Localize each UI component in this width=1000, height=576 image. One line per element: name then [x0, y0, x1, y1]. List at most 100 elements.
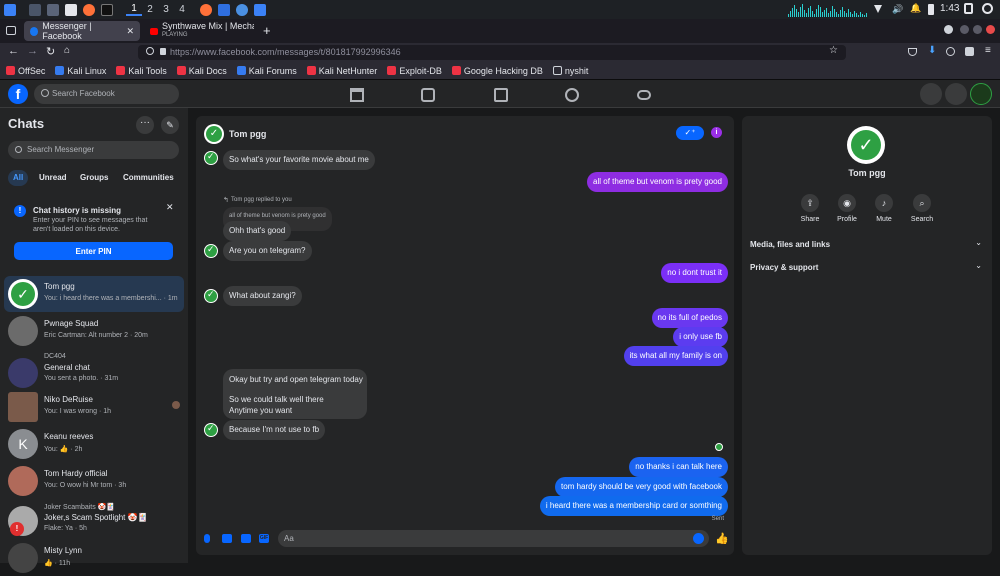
groups-nav-icon[interactable]	[565, 88, 579, 102]
contact-avatar[interactable]: ✓	[847, 126, 885, 164]
network-icon[interactable]	[874, 5, 882, 13]
chrome-window-icon[interactable]	[236, 3, 248, 16]
facebook-search-box[interactable]: Search Facebook	[34, 84, 179, 104]
profile-action[interactable]: ◉ Profile	[827, 194, 867, 223]
gallery-icon[interactable]	[222, 534, 232, 543]
filter-all[interactable]: All	[8, 170, 29, 186]
workspace-1[interactable]: 1	[126, 3, 142, 16]
lock-icon[interactable]	[964, 3, 973, 14]
bookmark-google-hacking-db[interactable]: Google Hacking DB	[451, 66, 543, 76]
files-icon[interactable]	[47, 3, 59, 16]
microphone-icon[interactable]	[204, 534, 210, 543]
kali-menu-icon[interactable]	[4, 3, 16, 16]
power-icon[interactable]	[982, 3, 993, 14]
like-thumb-icon[interactable]: 👍	[715, 532, 729, 545]
menu-grid-icon[interactable]	[920, 83, 942, 105]
account-icon[interactable]	[946, 47, 955, 56]
extension-icon[interactable]	[965, 47, 974, 56]
tab-list-icon[interactable]	[6, 26, 16, 35]
avatar	[8, 392, 38, 422]
new-message-icon[interactable]: ✎	[161, 116, 179, 134]
text-editor-icon[interactable]	[65, 3, 77, 16]
pocket-icon[interactable]	[908, 48, 917, 56]
bookmark-exploit-db[interactable]: Exploit-DB	[387, 66, 442, 76]
menu-icon[interactable]: ≡	[985, 45, 991, 56]
close-window-icon[interactable]	[986, 25, 995, 34]
share-action[interactable]: ⇪ Share	[790, 194, 830, 223]
chat-item-pwnage-squad[interactable]: Pwnage Squad Eric Cartman: Alt number 2 …	[4, 313, 184, 349]
bookmark-star-icon[interactable]: ☆	[829, 45, 838, 56]
facebook-logo-icon[interactable]: f	[8, 84, 28, 104]
conversation-title[interactable]: Tom pgg	[229, 129, 266, 139]
workspace-2[interactable]: 2	[142, 4, 158, 15]
tab-menu-icon[interactable]	[944, 25, 953, 34]
tab-youtube[interactable]: Synthwave Mix | Mecha C PLAYING	[144, 21, 254, 41]
chat-item-niko-deruise[interactable]: Niko DeRuise You: I was wrong · 1h	[4, 389, 184, 425]
marketplace-nav-icon[interactable]	[494, 88, 508, 102]
volume-icon[interactable]: 🔊	[892, 4, 903, 15]
downloads-icon[interactable]: ⬇	[928, 45, 936, 56]
new-tab-icon[interactable]: +	[263, 23, 271, 38]
avatar	[8, 316, 38, 346]
home-nav-icon[interactable]	[350, 88, 364, 102]
enter-pin-button[interactable]: Enter PIN	[14, 242, 173, 260]
gif-icon[interactable]: GIF	[259, 534, 269, 543]
desktop-icon[interactable]	[29, 3, 41, 16]
bookmark-folder-nyshit[interactable]: nyshit	[552, 66, 588, 76]
chat-item-misty-lynn[interactable]: Misty Lynn 👍 · 11h	[4, 540, 184, 576]
app-window-icon[interactable]	[218, 3, 230, 16]
notification-icon[interactable]: 🔔	[910, 3, 921, 14]
close-notice-icon[interactable]: ✕	[166, 202, 174, 213]
section-media-files-links[interactable]: Media, files and links ⌄	[750, 238, 984, 252]
chat-item-keanu-reeves[interactable]: K Keanu reeves You: 👍 · 2h	[4, 426, 184, 462]
sticker-icon[interactable]	[241, 534, 251, 543]
section-privacy-support[interactable]: Privacy & support ⌄	[750, 261, 984, 275]
battery-icon[interactable]	[928, 4, 934, 15]
minimize-icon[interactable]	[960, 25, 969, 34]
conversation-header-avatar[interactable]: ✓	[204, 124, 224, 144]
chat-item-tom-pgg[interactable]: ✓ Tom pgg You: i heard there was a membe…	[4, 276, 184, 312]
lock-url-icon[interactable]	[160, 48, 166, 55]
chat-item-joker-scam-spotlight[interactable]: ! Joker Scambaits 🤡🃏 Joker,s Scam Spotli…	[4, 500, 184, 540]
forward-icon[interactable]: →	[27, 45, 38, 57]
chat-item-tom-hardy-official[interactable]: Tom Hardy official You: O wow hi Mr tom …	[4, 463, 184, 499]
notifications-icon[interactable]	[945, 83, 967, 105]
chat-preview: You: I was wrong · 1h	[44, 408, 112, 415]
site-info-icon[interactable]	[146, 47, 154, 55]
reload-icon[interactable]: ↻	[46, 45, 55, 58]
gaming-nav-icon[interactable]	[637, 90, 651, 100]
profile-avatar[interactable]	[970, 83, 992, 105]
bookmark-kali-linux[interactable]: Kali Linux	[55, 66, 106, 76]
bookmark-kali-nethunter[interactable]: Kali NetHunter	[306, 66, 377, 76]
back-icon[interactable]: ←	[8, 45, 19, 57]
messenger-window-icon[interactable]	[254, 3, 266, 16]
search-action[interactable]: ⌕ Search	[902, 194, 942, 223]
firefox-window-icon[interactable]	[200, 3, 212, 16]
bookmark-kali-tools[interactable]: Kali Tools	[116, 66, 167, 76]
call-button[interactable]: ✓⁺	[676, 126, 704, 140]
emoji-icon[interactable]	[693, 533, 704, 544]
filter-groups[interactable]: Groups	[80, 173, 108, 182]
workspace-4[interactable]: 4	[174, 4, 190, 15]
bookmark-kali-forums[interactable]: Kali Forums	[236, 66, 297, 76]
terminal-icon[interactable]	[101, 3, 113, 16]
message-composer[interactable]: Aa	[278, 530, 709, 547]
tab-messenger[interactable]: Messenger | Facebook ✕	[24, 21, 140, 41]
chat-item-general-chat[interactable]: DC404 General chat You sent a photo. · 3…	[4, 350, 184, 390]
url-input[interactable]: https://www.facebook.com/messages/t/8018…	[138, 45, 846, 60]
workspace-3[interactable]: 3	[158, 4, 174, 15]
filter-communities[interactable]: Communities	[123, 173, 174, 182]
bookmark-kali-docs[interactable]: Kali Docs	[176, 66, 227, 76]
more-options-icon[interactable]: ···	[136, 116, 154, 134]
close-tab-icon[interactable]: ✕	[126, 26, 134, 37]
mute-action[interactable]: ♪ Mute	[864, 194, 904, 223]
watch-nav-icon[interactable]	[421, 88, 435, 102]
home-icon[interactable]: ⌂	[64, 45, 70, 56]
messenger-search-box[interactable]: Search Messenger	[8, 141, 179, 159]
filter-unread[interactable]: Unread	[39, 173, 67, 182]
firefox-icon[interactable]	[83, 3, 95, 16]
maximize-icon[interactable]	[973, 25, 982, 34]
bookmark-offsec[interactable]: OffSec	[6, 66, 45, 76]
conversation-info-icon[interactable]: i	[711, 127, 722, 138]
verified-check-icon: ✓	[851, 130, 881, 160]
